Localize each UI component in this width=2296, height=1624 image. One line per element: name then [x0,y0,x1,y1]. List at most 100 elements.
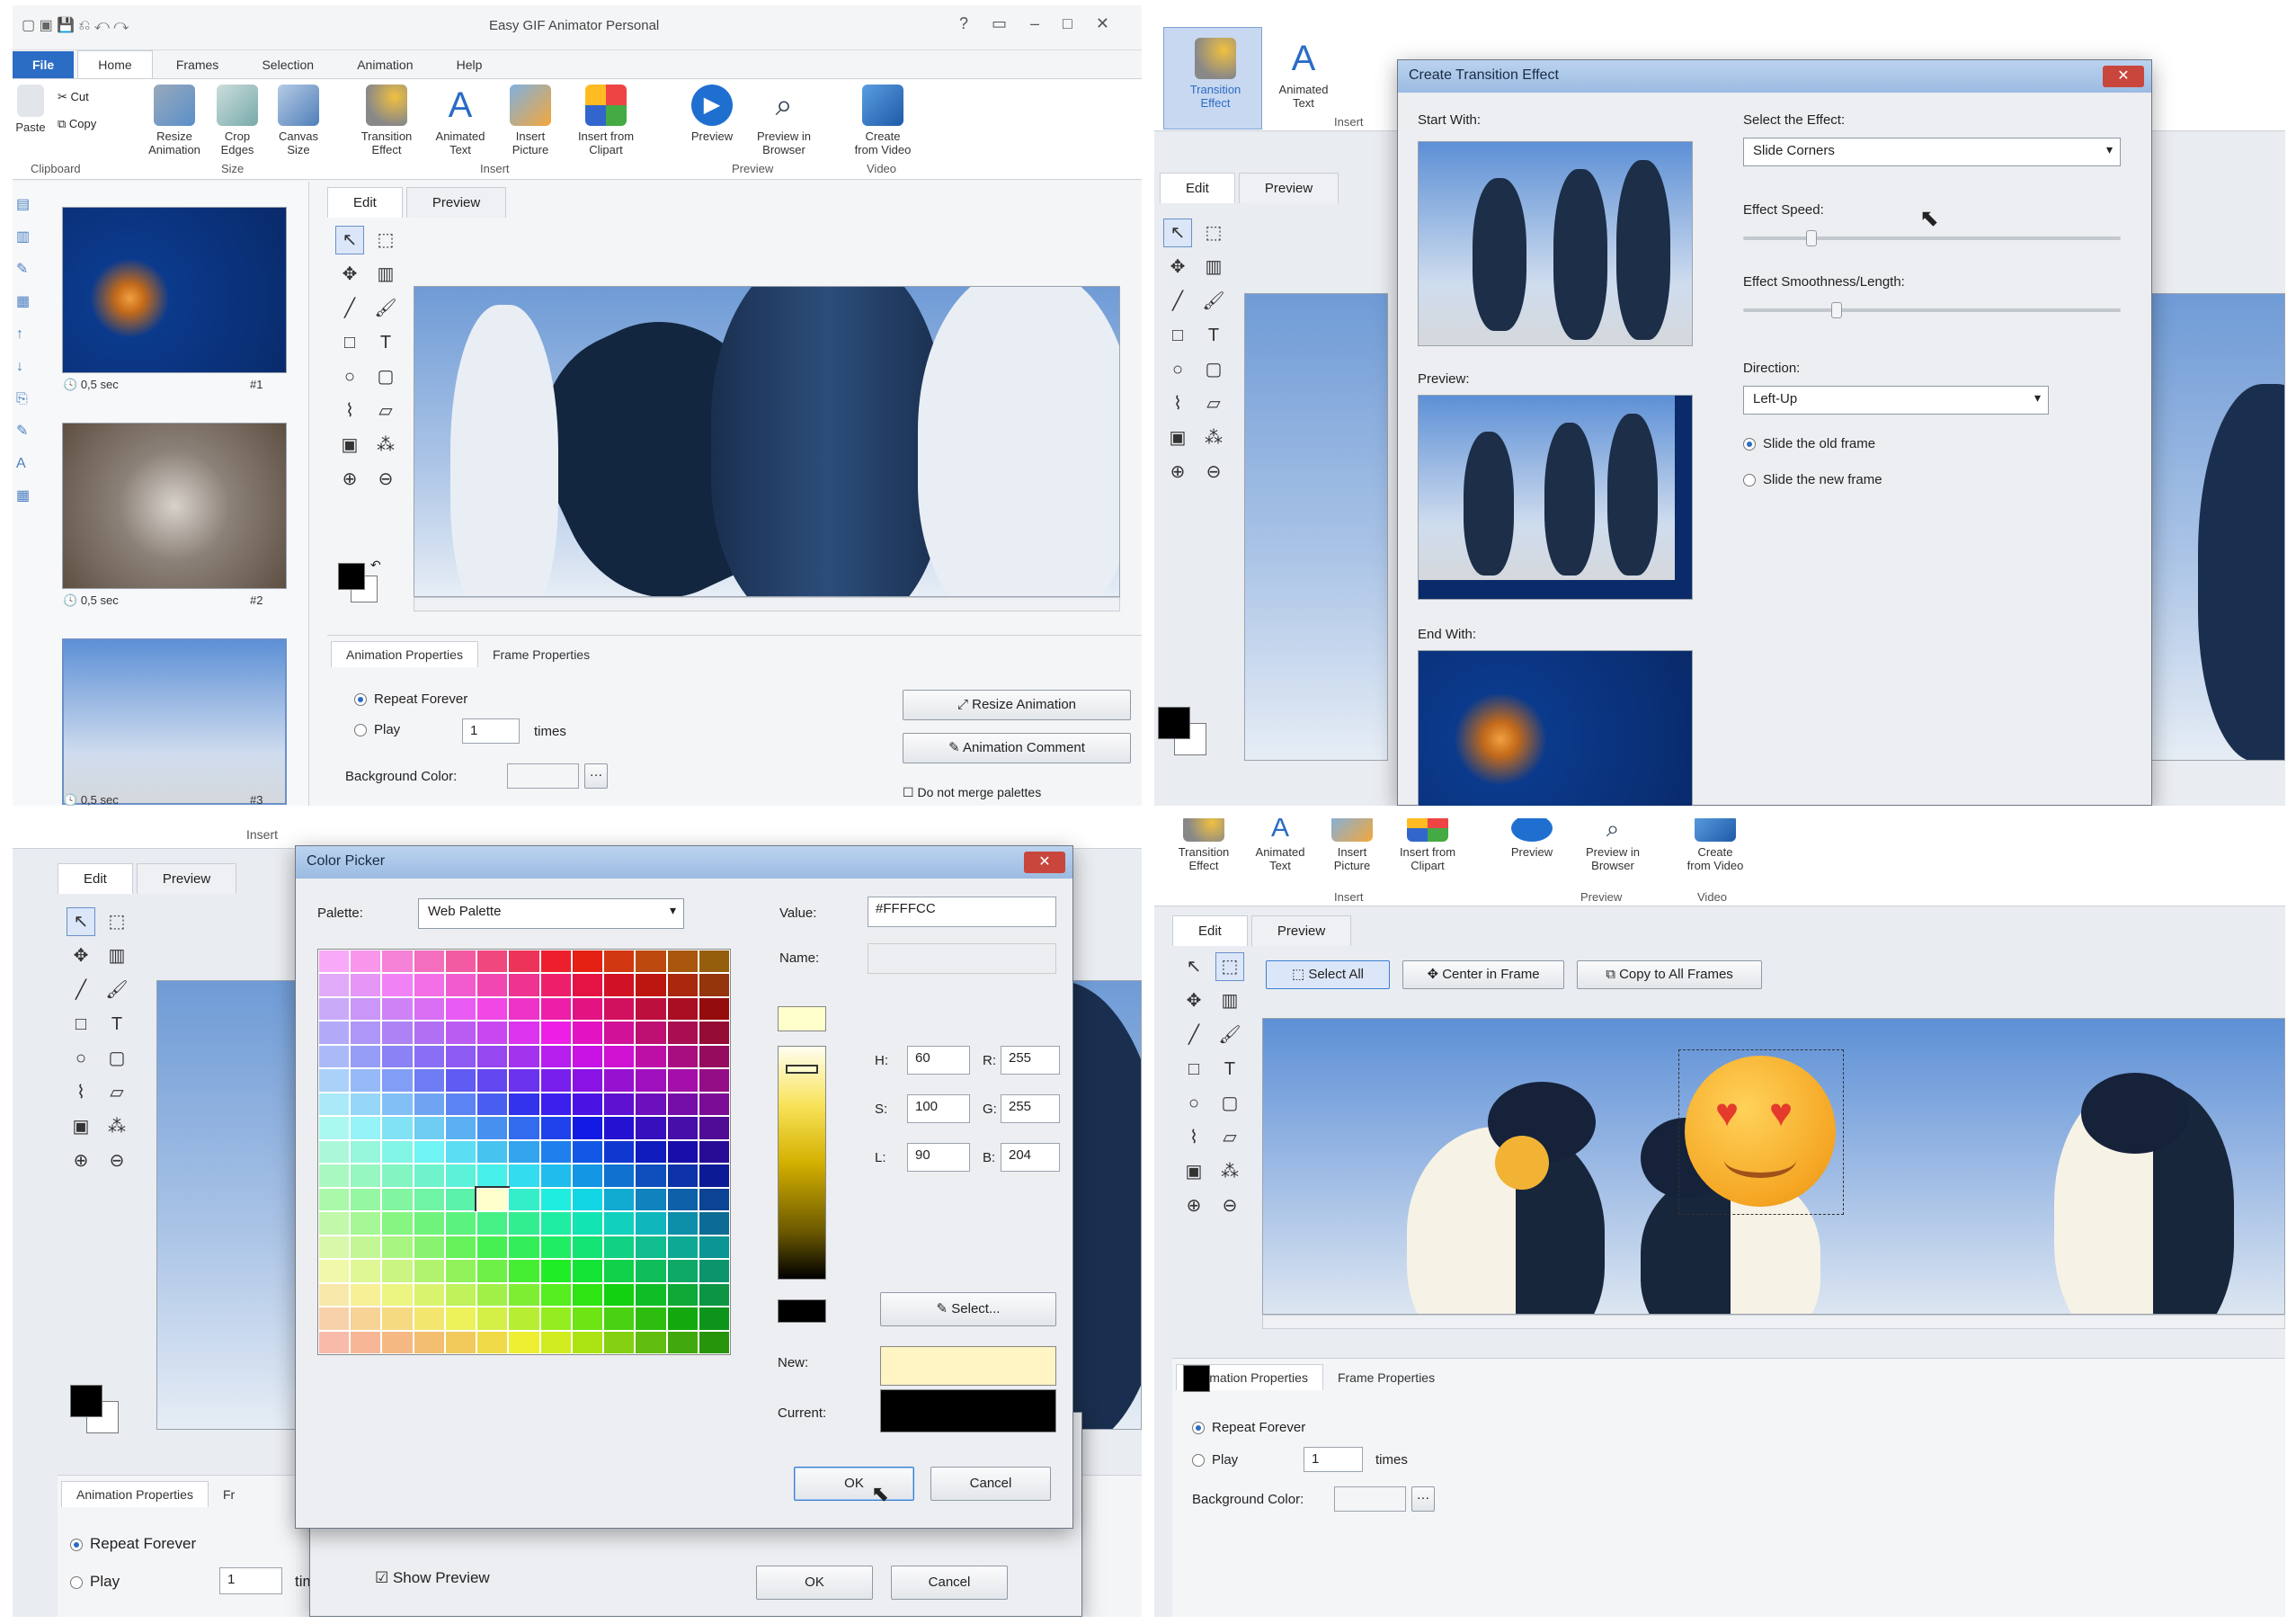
palette-swatch[interactable] [666,1164,699,1188]
spray-tool-icon[interactable]: ⁂ [1199,424,1228,452]
rounded-rect-tool-icon[interactable]: ▢ [1199,355,1228,384]
background-color-field[interactable] [1334,1486,1406,1512]
line-tool-icon[interactable]: ╱ [67,976,95,1004]
tab-edit[interactable]: Edit [327,187,403,218]
eyedropper-tool-icon[interactable]: ⌇ [335,397,364,425]
palette-swatch[interactable] [350,1164,382,1188]
palette-swatch[interactable] [444,973,477,997]
palette-swatch[interactable] [413,1068,445,1093]
palette-swatch[interactable] [413,1235,445,1260]
ellipse-tool-icon[interactable]: ○ [1163,355,1192,384]
palette-swatch[interactable] [635,1211,667,1236]
palette-swatch[interactable] [381,950,414,974]
palette-swatch[interactable] [318,1330,351,1354]
resize-animation-button[interactable]: Resize Animation [138,79,210,156]
repeat-forever-radio[interactable]: Repeat Forever [354,692,467,707]
palette-swatch[interactable] [476,950,509,974]
tab-preview[interactable]: Preview [1238,173,1339,203]
palette-swatch[interactable] [413,1092,445,1117]
ellipse-tool-icon[interactable]: ○ [1179,1089,1208,1118]
quick-access-icons[interactable]: ▢ ▣ 💾 ⎌ ↶ ↷ [22,16,129,34]
rect-select-icon[interactable]: ⬚ [1215,952,1244,981]
pointer-tool-icon[interactable]: ↖ [1179,952,1208,981]
tab-animation-properties[interactable]: Animation Properties [331,641,478,667]
frame-tools-icons[interactable]: ▤ ▥ ✎ ▦ ↑ ↓ ⎘ ✎ A ▦ [16,189,36,513]
palette-swatch[interactable] [476,1116,509,1140]
palette-swatch[interactable] [635,1021,667,1045]
effect-speed-slider[interactable] [1743,230,2121,246]
palette-swatch[interactable] [571,1307,604,1331]
palette-swatch[interactable] [603,1139,636,1164]
palette-swatch[interactable] [413,1187,445,1212]
canvas-penguin-closeup[interactable] [414,286,1120,597]
palette-swatch[interactable] [444,1235,477,1260]
create-from-video-button[interactable]: Create from Video [847,79,919,156]
palette-swatch[interactable] [603,1116,636,1140]
palette-swatch[interactable] [666,1307,699,1331]
palette-swatch[interactable] [381,1139,414,1164]
heart-eyes-emoji-icon[interactable]: ♥ ♥ [1685,1056,1836,1207]
rectangle-tool-icon[interactable]: □ [67,1010,95,1039]
palette-swatch[interactable] [413,1211,445,1236]
canvas-penguins-emoji[interactable]: ♥ ♥ [1262,1018,2285,1315]
palette-swatch[interactable] [635,1259,667,1283]
palette-swatch[interactable] [318,1164,351,1188]
palette-swatch[interactable] [571,1330,604,1354]
ok-button[interactable]: OK [794,1467,914,1501]
palette-swatch[interactable] [476,1211,509,1236]
palette-swatch[interactable] [603,1211,636,1236]
color-swatches[interactable] [1158,707,1212,761]
repeat-forever-radio[interactable]: Repeat Forever [70,1535,196,1553]
l-input[interactable]: 90 [907,1143,970,1172]
palette-swatch[interactable] [539,1164,572,1188]
palette-swatch[interactable] [698,973,730,997]
palette-swatch[interactable] [444,1307,477,1331]
palette-swatch[interactable] [539,1259,572,1283]
preview-browser-button[interactable]: ⌕ Preview in Browser [748,79,820,156]
palette-swatch[interactable] [666,1092,699,1117]
palette-swatch[interactable] [571,1187,604,1212]
palette-swatch[interactable] [508,1282,540,1307]
palette-swatch[interactable] [381,1164,414,1188]
palette-swatch[interactable] [698,1116,730,1140]
palette-swatch[interactable] [444,1282,477,1307]
palette-swatch[interactable] [444,1116,477,1140]
palette-swatch[interactable] [603,1282,636,1307]
rectangle-tool-icon[interactable]: □ [335,328,364,357]
palette-swatch[interactable] [666,950,699,974]
play-times-input[interactable]: 1 [462,718,520,744]
palette-swatch[interactable] [476,1139,509,1164]
palette-swatch[interactable] [635,1307,667,1331]
palette-swatch[interactable] [635,1282,667,1307]
foreground-color[interactable] [338,563,365,590]
palette-swatch[interactable] [666,1068,699,1093]
palette-swatch[interactable] [476,1330,509,1354]
palette-swatch[interactable] [444,1330,477,1354]
palette-swatch[interactable] [444,996,477,1022]
canvas-size-button[interactable]: Canvas Size [263,79,334,156]
luminance-slider[interactable] [778,1046,826,1280]
palette-swatch[interactable] [508,1116,540,1140]
palette-swatch[interactable] [444,1139,477,1164]
color-swatches[interactable] [70,1385,124,1439]
palette-swatch[interactable] [413,950,445,974]
text-tool-icon[interactable]: T [102,1010,131,1039]
tab-preview[interactable]: Preview [1250,915,1352,946]
smoothness-knob[interactable] [1831,302,1842,318]
palette-swatch[interactable] [508,1330,540,1354]
palette-swatch[interactable] [476,1021,509,1045]
palette-swatch[interactable] [603,996,636,1022]
tab-preview[interactable]: Preview [405,187,507,218]
palette-swatch[interactable] [444,1164,477,1188]
palette-swatch[interactable] [635,1330,667,1354]
fill-tool-icon[interactable]: ▣ [1163,424,1192,452]
palette-swatch[interactable] [508,1164,540,1188]
paste-button[interactable]: Paste [13,79,49,134]
tab-animation-properties[interactable]: Animation Properties [61,1481,209,1507]
palette-swatch[interactable] [539,996,572,1022]
palette-swatch[interactable] [698,1330,730,1354]
background-color-picker-button[interactable]: … [584,763,608,789]
palette-swatch[interactable] [666,973,699,997]
tab-file[interactable]: File [13,51,75,78]
palette-swatch[interactable] [444,1044,477,1069]
